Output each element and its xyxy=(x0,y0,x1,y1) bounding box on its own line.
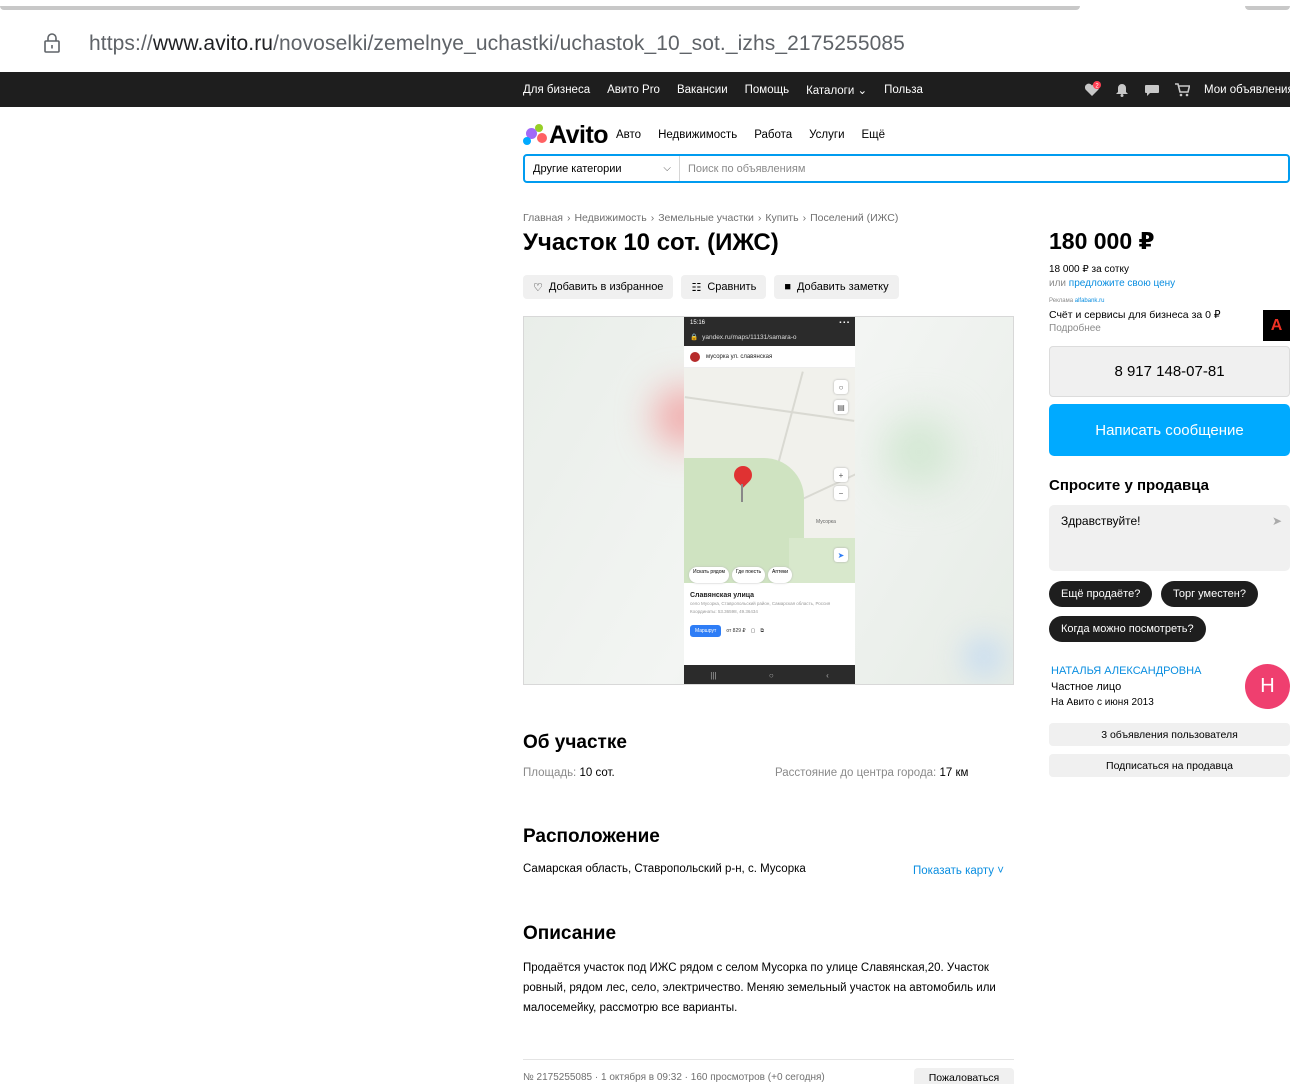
bell-icon[interactable] xyxy=(1114,83,1130,97)
category-more[interactable]: Ещё xyxy=(862,129,886,141)
phone-place-header: мусорка ул. славянская xyxy=(684,346,855,368)
phone-place-card: Славянская улица село Мусорка, Ставропол… xyxy=(684,587,855,665)
show-phone-button[interactable]: 8 917 148-07-81 xyxy=(1049,346,1290,397)
avito-logo-text: Avito xyxy=(549,120,609,149)
ad-domain-link[interactable]: alfabank.ru xyxy=(1075,298,1105,304)
ask-seller-input[interactable]: Здравствуйте! ➤ xyxy=(1049,505,1290,571)
avito-logo-icon xyxy=(523,124,547,146)
my-ads-link[interactable]: Мои объявления xyxy=(1204,84,1290,96)
quick-question-bargain[interactable]: Торг уместен? xyxy=(1161,581,1258,607)
seller-since: На Авито с июня 2013 xyxy=(1051,697,1154,708)
phone-status-bar: 15:16 ▪ ▪ ▪ xyxy=(684,317,855,328)
listing-actions: ♡ Добавить в избранное ☷ Сравнить ■ Добавит… xyxy=(523,275,899,299)
breadcrumb-izhs[interactable]: Поселений (ИЖС) xyxy=(810,212,898,224)
category-realty[interactable]: Недвижимость xyxy=(658,129,737,141)
offer-price: или предложите свою цену xyxy=(1049,278,1176,289)
breadcrumb-land[interactable]: Земельные участки xyxy=(658,212,754,224)
locate-icon: ➤ xyxy=(834,548,848,562)
ad-more-link[interactable]: Подробнее xyxy=(1049,323,1101,334)
send-icon[interactable]: ➤ xyxy=(1272,514,1282,528)
user-ads-button[interactable]: 3 объявления пользователя xyxy=(1049,723,1290,746)
phone-nav-bar: ||| ○ ‹ xyxy=(684,665,855,684)
alfabank-logo[interactable]: A xyxy=(1263,310,1290,341)
zoom-in-icon: + xyxy=(834,468,848,482)
heart-icon[interactable]: 2 xyxy=(1084,80,1101,97)
report-button[interactable]: Пожаловаться xyxy=(914,1068,1014,1084)
phone-screenshot: 15:16 ▪ ▪ ▪ 🔒 yandex.ru/maps/11131/samara-… xyxy=(684,317,855,684)
category-auto[interactable]: Авто xyxy=(616,129,641,141)
offer-price-link[interactable]: предложите свою цену xyxy=(1069,278,1175,289)
description-text: Продаётся участок под ИЖС рядом с селом … xyxy=(523,962,996,1014)
seller-name-link[interactable]: НАТАЛЬЯ АЛЕКСАНДРОВНА xyxy=(1051,665,1201,677)
seller-type: Частное лицо xyxy=(1051,681,1122,693)
breadcrumb-buy[interactable]: Купить xyxy=(765,212,798,224)
phone-address-bar: 🔒 yandex.ru/maps/11131/samara-o xyxy=(684,328,855,346)
add-note-button[interactable]: ■ Добавить заметку xyxy=(774,275,899,299)
place-avatar-icon xyxy=(690,351,700,362)
divider xyxy=(523,1059,1014,1060)
price-per-unit: 18 000 ₽ за сотку xyxy=(1049,264,1129,275)
compass-icon: ○ xyxy=(834,380,848,394)
top-nav-bar: Для бизнеса Авито Pro Вакансии Помощь Ка… xyxy=(0,72,1290,107)
breadcrumb: Главная › Недвижимость › Земельные участки › К… xyxy=(523,212,899,224)
subscribe-seller-button[interactable]: Подписаться на продавца xyxy=(1049,754,1290,777)
layers-icon: ▤ xyxy=(834,400,848,414)
category-nav: Авто Недвижимость Работа Услуги Ещё xyxy=(616,129,885,141)
show-map-link[interactable]: Показать карту ˅ xyxy=(913,865,1004,877)
phone-map-chips: Искать рядом Где поесть Аптеки xyxy=(684,567,855,583)
description-heading: Описание xyxy=(523,923,617,944)
ad-label: Реклама alfabank.ru xyxy=(1049,298,1105,304)
compare-icon: ☷ xyxy=(691,281,702,294)
search-input[interactable] xyxy=(680,156,1288,181)
cart-icon[interactable] xyxy=(1174,82,1190,97)
heart-outline-icon: ♡ xyxy=(533,281,543,294)
nav-link-catalogs[interactable]: Каталоги ⌄ xyxy=(806,83,867,97)
quick-question-still-selling[interactable]: Ещё продаёте? xyxy=(1049,581,1153,607)
search-bar: Другие категории ⌵ xyxy=(523,154,1290,183)
nav-link-vacancies[interactable]: Вакансии xyxy=(677,84,728,96)
nav-link-benefit[interactable]: Польза xyxy=(884,84,923,96)
nav-link-business[interactable]: Для бизнеса xyxy=(523,84,590,96)
tab-strip xyxy=(0,0,1290,10)
area-param: Площадь: 10 сот. xyxy=(523,767,615,779)
category-jobs[interactable]: Работа xyxy=(754,129,792,141)
avito-logo[interactable]: Avito xyxy=(523,120,609,149)
ask-seller-heading: Спросите у продавца xyxy=(1049,477,1209,494)
category-services[interactable]: Услуги xyxy=(809,129,844,141)
ad-text[interactable]: Счёт и сервисы для бизнеса за 0 ₽ xyxy=(1049,309,1221,321)
distance-param: Расстояние до центра города: 17 км xyxy=(775,767,969,779)
listing-meta: № 2175255085 · 1 октября в 09:32 · 160 п… xyxy=(523,1072,825,1083)
location-address: Самарская область, Ставропольский р-н, с… xyxy=(523,863,806,875)
top-user-area: 2 Мои объявления xyxy=(1084,72,1290,107)
phone-map: ○ ▤ + − ➤ Мусорка xyxy=(684,368,855,583)
nav-link-avito-pro[interactable]: Авито Pro xyxy=(607,84,660,96)
lock-icon[interactable] xyxy=(42,32,62,54)
address-bar[interactable]: https://www.avito.ru/novoselki/zemelnye_… xyxy=(0,22,1290,66)
about-heading: Об участке xyxy=(523,732,627,753)
nav-link-help[interactable]: Помощь xyxy=(745,84,789,96)
listing-photo[interactable]: 15:16 ▪ ▪ ▪ 🔒 yandex.ru/maps/11131/samara-… xyxy=(523,316,1014,685)
seller-avatar[interactable]: Н xyxy=(1245,664,1290,709)
chat-icon[interactable] xyxy=(1144,83,1160,97)
page-title: Участок 10 сот. (ИЖС) xyxy=(523,229,779,256)
top-nav-links: Для бизнеса Авито Pro Вакансии Помощь Ка… xyxy=(523,72,923,107)
search-category-select[interactable]: Другие категории ⌵ xyxy=(525,156,680,181)
price: 180 000 ₽ xyxy=(1049,228,1155,254)
breadcrumb-home[interactable]: Главная xyxy=(523,212,563,224)
add-favorite-button[interactable]: ♡ Добавить в избранное xyxy=(523,275,674,299)
location-heading: Расположение xyxy=(523,826,660,847)
browser-toolbar: https://www.avito.ru/novoselki/zemelnye_… xyxy=(0,0,1290,72)
quick-question-when-view[interactable]: Когда можно посмотреть? xyxy=(1049,616,1206,642)
url-text[interactable]: https://www.avito.ru/novoselki/zemelnye_… xyxy=(89,32,905,56)
zoom-out-icon: − xyxy=(834,486,848,500)
chevron-down-icon: ⌵ xyxy=(663,163,671,174)
write-message-button[interactable]: Написать сообщение xyxy=(1049,404,1290,456)
note-icon: ■ xyxy=(784,281,791,293)
compare-button[interactable]: ☷ Сравнить xyxy=(681,275,767,299)
breadcrumb-realty[interactable]: Недвижимость xyxy=(574,212,646,224)
